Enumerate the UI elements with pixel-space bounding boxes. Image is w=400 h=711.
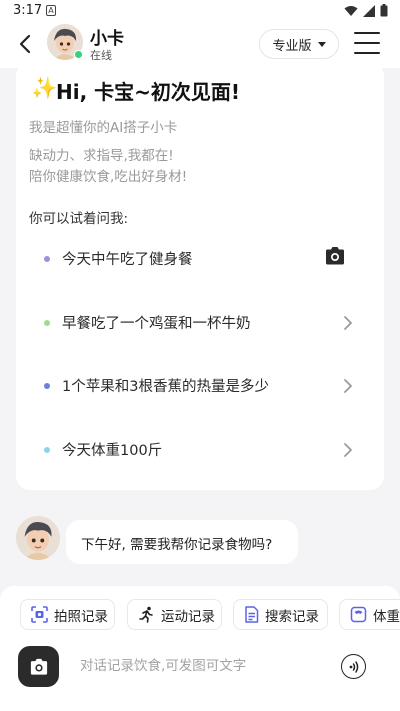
card-title: Hi, 卡宝~初次见面! (56, 80, 241, 104)
voice-button[interactable] (341, 654, 366, 679)
card-desc-line: 陪你健康饮食,吃出好身材! (29, 169, 188, 185)
notification-icon: A (46, 5, 56, 16)
suggestion-item[interactable]: 今天中午吃了健身餐 (16, 229, 384, 289)
card-subtitle: 我是超懂你的AI搭子小卡 (29, 120, 178, 136)
signal-icon (363, 4, 375, 17)
suggestion-dot (44, 256, 50, 262)
suggestion-item[interactable]: 今天体重100斤 (16, 420, 384, 480)
hamburger-icon (354, 32, 380, 35)
chevron-left-icon (19, 34, 31, 54)
quick-action-label: 体重记录 (373, 608, 400, 625)
welcome-card: ✨ Hi, 卡宝~初次见面! 我是超懂你的AI搭子小卡 缺动力、求指导,我都在!… (16, 62, 384, 490)
suggestion-dot (44, 383, 50, 389)
document-icon (245, 606, 259, 623)
avatar-illustration (16, 516, 60, 560)
suggestion-text: 1个苹果和3根香蕉的热量是多少 (62, 379, 269, 395)
quick-action-exercise-record[interactable]: 运动记录 (127, 599, 222, 630)
voice-wave-icon (349, 660, 358, 673)
bot-status: 在线 (90, 49, 112, 62)
suggestion-text: 早餐吃了一个鸡蛋和一杯牛奶 (62, 316, 251, 332)
camera-icon (30, 658, 47, 675)
card-desc-line: 缺动力、求指导,我都在! (29, 148, 174, 164)
camera-button[interactable] (18, 646, 59, 687)
quick-action-label: 拍照记录 (54, 608, 108, 625)
scale-icon (350, 606, 367, 623)
quick-action-label: 运动记录 (161, 608, 215, 625)
bot-avatar[interactable] (47, 24, 83, 60)
bot-name: 小卡 (90, 29, 124, 49)
quick-action-photo-record[interactable]: 拍照记录 (20, 599, 115, 630)
suggestion-text: 今天中午吃了健身餐 (62, 252, 193, 268)
battery-icon (380, 4, 388, 17)
status-time: 3:17 (13, 3, 43, 18)
message-input[interactable] (80, 648, 330, 684)
suggestion-dot (44, 447, 50, 453)
back-button[interactable] (12, 31, 38, 57)
suggestion-text: 今天体重100斤 (62, 443, 163, 459)
caret-down-icon (317, 41, 326, 47)
chevron-right-icon (344, 443, 352, 457)
status-bar: 3:17 A (0, 0, 400, 22)
plan-label: 专业版 (272, 38, 312, 54)
message-avatar (16, 516, 60, 560)
suggestion-item[interactable]: 1个苹果和3根香蕉的热量是多少 (16, 356, 384, 416)
sparkle-icon: ✨ (31, 76, 58, 100)
wifi-icon (344, 5, 358, 16)
camera-icon[interactable] (324, 246, 346, 266)
chevron-right-icon (344, 379, 352, 393)
bot-message-bubble: 下午好, 需要我帮你记录食物吗? (66, 520, 298, 564)
running-icon (139, 606, 153, 623)
scan-icon (31, 606, 48, 623)
online-indicator (74, 50, 83, 59)
chevron-right-icon (344, 316, 352, 330)
suggestion-dot (44, 320, 50, 326)
quick-action-search-record[interactable]: 搜索记录 (233, 599, 328, 630)
menu-button[interactable] (354, 32, 380, 54)
suggestion-item[interactable]: 早餐吃了一个鸡蛋和一杯牛奶 (16, 293, 384, 353)
try-asking-label: 你可以试着问我: (29, 211, 129, 227)
quick-action-label: 搜索记录 (265, 608, 319, 625)
status-icons (344, 4, 388, 17)
quick-action-weight-record[interactable]: 体重记录 (339, 599, 400, 630)
bottom-panel: 拍照记录 运动记录 搜索记录 体重记录 (0, 586, 400, 711)
card-description: 缺动力、求指导,我都在! 陪你健康饮食,吃出好身材! (29, 146, 187, 188)
plan-selector-button[interactable]: 专业版 (259, 29, 339, 59)
